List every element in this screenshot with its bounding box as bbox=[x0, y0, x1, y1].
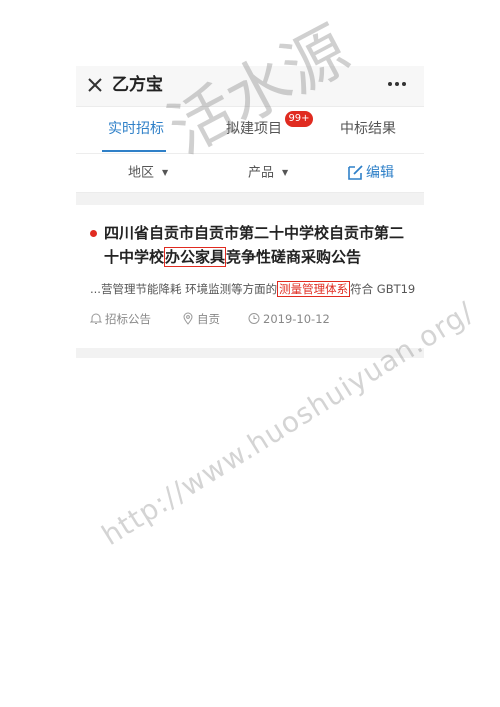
tab-realtime-tenders[interactable]: 实时招标 bbox=[108, 119, 164, 139]
snippet-pre: ...营管理节能降耗 环境监测等方面的 bbox=[90, 282, 278, 296]
more-icon[interactable] bbox=[384, 72, 410, 96]
unread-dot bbox=[90, 230, 97, 237]
edit-label: 编辑 bbox=[366, 165, 394, 181]
clock-icon bbox=[248, 313, 260, 324]
location-tag[interactable]: 自贡 bbox=[182, 311, 220, 327]
snippet-post: 符合 GBT19... bbox=[350, 282, 416, 296]
active-tab-indicator bbox=[102, 150, 166, 152]
region-filter-label: 地区 bbox=[128, 165, 155, 181]
date-tag: 2019-10-12 bbox=[248, 311, 330, 327]
bell-icon bbox=[89, 313, 103, 324]
category-tag[interactable]: 招标公告 bbox=[89, 311, 151, 327]
product-filter[interactable]: 产品 ▼ bbox=[248, 163, 288, 184]
tab-award-results[interactable]: 中标结果 bbox=[340, 119, 396, 139]
tender-title-post: 竞争性磋商采购公告 bbox=[226, 248, 362, 266]
region-filter[interactable]: 地区 ▼ bbox=[128, 163, 168, 184]
tender-list-item[interactable]: 四川省自贡市自贡市第二十中学校自贡市第二十中学校办公家具竞争性磋商采购公告 ..… bbox=[76, 205, 424, 348]
edit-icon bbox=[346, 165, 364, 186]
location-pin-icon bbox=[183, 312, 193, 325]
snippet-keyword: 测量管理体系 bbox=[277, 281, 351, 297]
caret-down-icon: ▼ bbox=[162, 168, 169, 177]
product-filter-label: 产品 bbox=[248, 165, 275, 181]
tender-snippet: ...营管理节能降耗 环境监测等方面的测量管理体系符合 GBT19... bbox=[90, 279, 416, 299]
caret-down-icon: ▼ bbox=[282, 168, 289, 177]
date-label: 2019-10-12 bbox=[263, 312, 330, 326]
tender-title: 四川省自贡市自贡市第二十中学校自贡市第二十中学校办公家具竞争性磋商采购公告 bbox=[104, 221, 412, 269]
tender-title-highlight: 办公家具 bbox=[164, 247, 227, 267]
category-label: 招标公告 bbox=[105, 312, 151, 326]
section-divider bbox=[76, 193, 424, 205]
edit-button[interactable]: 编辑 bbox=[346, 162, 394, 186]
close-icon[interactable] bbox=[84, 74, 106, 96]
location-label: 自贡 bbox=[197, 312, 220, 326]
